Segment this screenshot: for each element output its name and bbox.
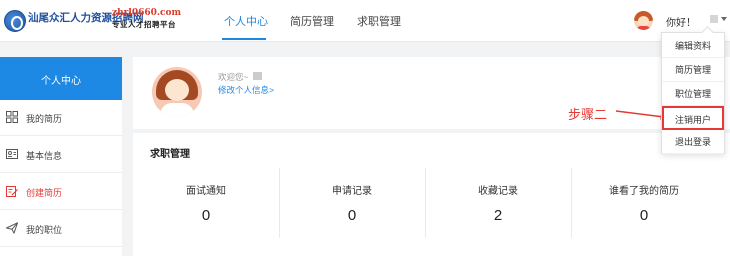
sidebar-header: 个人中心: [0, 57, 122, 100]
job-management-card: 求职管理 面试通知 0 申请记录 0 收藏记录 2 谁看了我的简历 0: [133, 133, 730, 256]
menu-item-resume-management[interactable]: 简历管理: [662, 58, 724, 82]
sidebar-item-label: 基本信息: [26, 151, 63, 161]
stat-label: 收藏记录: [478, 186, 518, 197]
sidebar-item-my-jobs[interactable]: 我的职位: [0, 211, 122, 247]
menu-item-job-management[interactable]: 职位管理: [662, 82, 724, 106]
stat-label: 谁看了我的简历: [609, 186, 679, 197]
id-card-icon: [6, 149, 18, 159]
redacted-username: [710, 15, 718, 23]
nav-personal-center[interactable]: 个人中心: [224, 13, 268, 29]
menu-item-logout[interactable]: 退出登录: [662, 130, 724, 154]
sidebar-item-create-resume[interactable]: 创建简历: [0, 174, 122, 210]
nav-resume-management[interactable]: 简历管理: [290, 13, 334, 29]
sidebar-item-label: 我的职位: [26, 225, 63, 235]
site-logo[interactable]: 汕尾众汇人力资源招聘网 zhrl0660.com 专业人才招聘平台: [2, 6, 181, 36]
stat-value: 2: [493, 207, 503, 224]
stat-favorite-records[interactable]: 收藏记录 2: [425, 168, 571, 246]
user-greeting[interactable]: 你好！: [666, 14, 696, 29]
edit-document-icon: [6, 186, 18, 197]
stat-value: 0: [639, 207, 649, 224]
grid-icon: [6, 111, 18, 123]
sidebar-item-label: 创建简历: [26, 188, 63, 198]
send-icon: [6, 222, 18, 234]
sidebar-item-basic-info[interactable]: 基本信息: [0, 137, 122, 173]
chevron-down-icon[interactable]: [721, 17, 727, 21]
nav-job-search-management[interactable]: 求职管理: [357, 13, 401, 29]
edit-profile-link[interactable]: 修改个人信息>: [218, 84, 274, 96]
active-nav-underline: [222, 38, 266, 40]
menu-item-edit-profile[interactable]: 编辑资料: [662, 34, 724, 58]
user-dropdown-menu: 编辑资料 简历管理 职位管理 注销用户 退出登录: [661, 32, 725, 154]
stat-label: 申请记录: [332, 186, 372, 197]
sidebar-item-label: 我的简历: [26, 114, 63, 124]
welcome-text: 欢迎您~: [218, 72, 249, 82]
profile-avatar[interactable]: [152, 67, 202, 117]
top-navigation-bar: 汕尾众汇人力资源招聘网 zhrl0660.com 专业人才招聘平台 个人中心 简…: [0, 0, 730, 42]
stat-label: 面试通知: [186, 186, 226, 197]
logo-slogan: 专业人才招聘平台: [112, 20, 176, 29]
logo-url: zhrl0660.com: [112, 8, 182, 18]
stat-value: 0: [201, 207, 211, 224]
stat-value: 0: [347, 207, 357, 224]
redacted-username: [253, 72, 262, 80]
step-annotation-label: 步骤二: [568, 107, 608, 122]
stat-application-records[interactable]: 申请记录 0: [279, 168, 425, 246]
menu-item-deactivate-user[interactable]: 注销用户: [662, 106, 724, 130]
user-avatar[interactable]: [634, 11, 653, 30]
sidebar-item-my-resume[interactable]: 我的简历: [0, 100, 122, 136]
stat-resume-viewers[interactable]: 谁看了我的简历 0: [571, 168, 717, 246]
stat-interview-notices[interactable]: 面试通知 0: [133, 168, 279, 246]
sidebar: 个人中心 我的简历 基本信息 创建简历 我的职位: [0, 57, 122, 256]
sidebar-title: 个人中心: [41, 76, 81, 87]
job-management-title: 求职管理: [150, 149, 190, 160]
logo-emblem-icon: [4, 10, 26, 32]
